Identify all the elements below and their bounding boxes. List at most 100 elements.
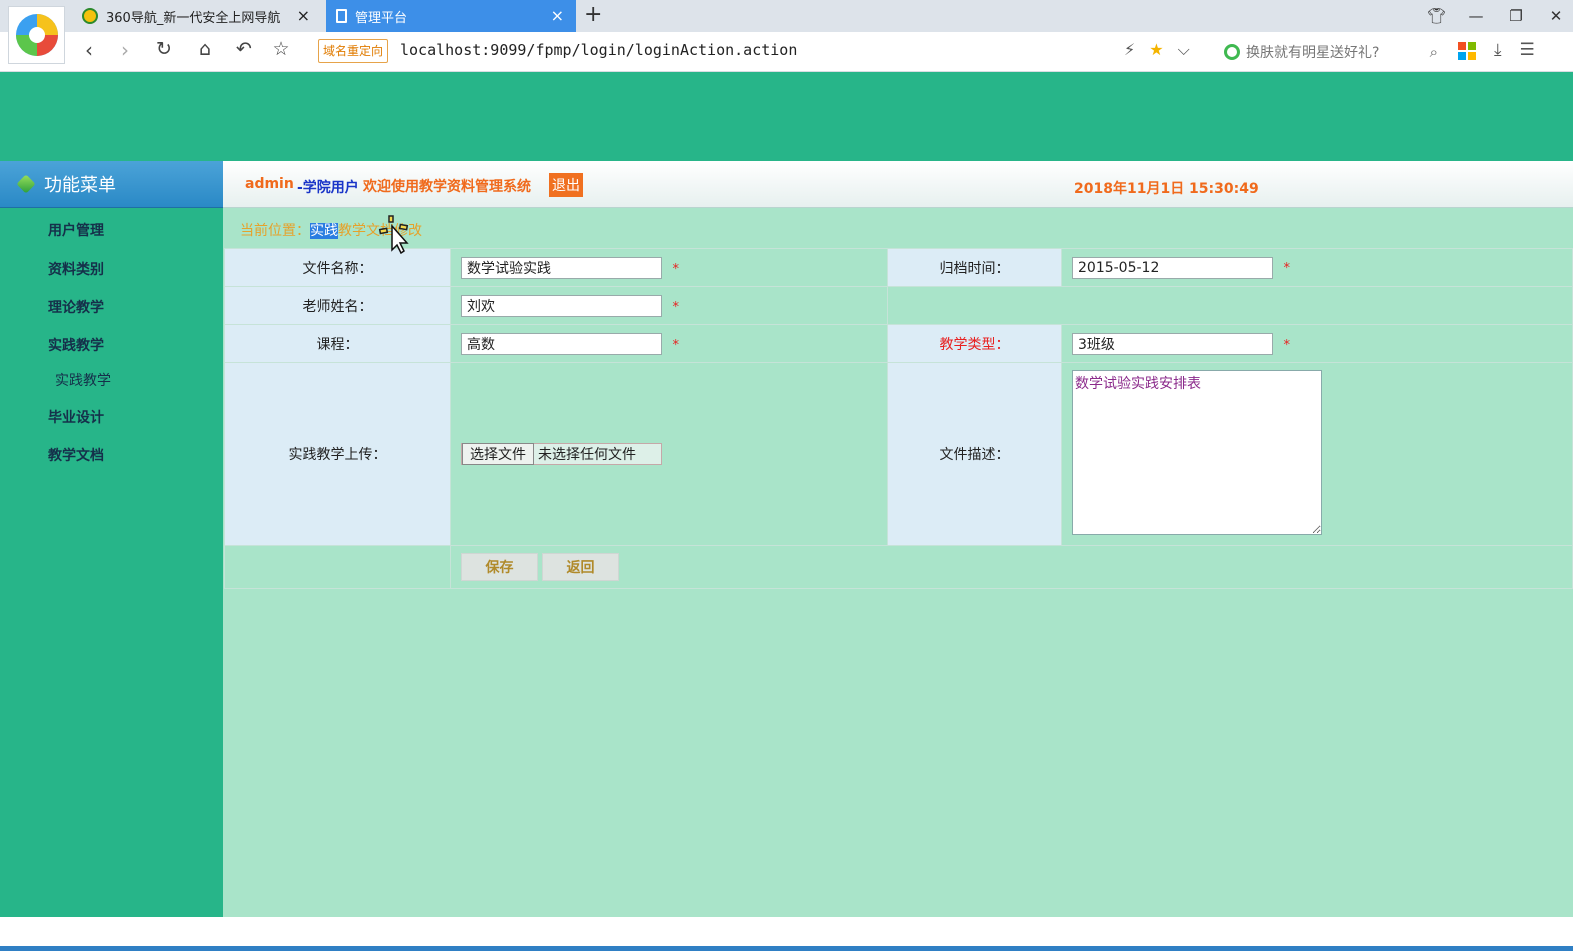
tab-360-nav[interactable]: 360导航_新一代安全上网导航 × [72,0,322,32]
archive-time-cell: * [1061,248,1573,287]
page-header-band [0,72,1573,161]
sidebar-item-user-management[interactable]: 用户管理 [48,220,104,240]
restore-icon[interactable]: ❐ [1507,7,1525,25]
form-row: 实践教学上传： 选择文件 未选择任何文件 文件描述： 数学试验实践安排表 [224,362,1573,546]
teaching-type-cell: * [1061,324,1573,363]
file-description-textarea[interactable]: 数学试验实践安排表 [1072,369,1322,535]
save-button[interactable]: 保存 [461,553,538,581]
edit-form: 文件名称： * 归档时间： * 老师姓名： * 课程： * [224,248,1573,589]
required-mark: * [672,261,679,277]
required-mark: * [672,299,679,315]
logout-button[interactable]: 退出 [549,173,583,197]
choose-file-button[interactable]: 选择文件 [462,443,534,465]
main-content: admin -学院用户 欢迎使用教学资料管理系统 退出 2018年11月1日 1… [223,161,1573,917]
bookmark-star-icon[interactable]: ☆ [268,38,294,60]
teaching-type-input[interactable] [1072,332,1273,355]
address-bar: ‹ › ↻ ⌂ ↶ ☆ 域名重定向 localhost:9099/fpmp/lo… [0,32,1573,72]
file-upload-field[interactable]: 选择文件 未选择任何文件 [461,443,662,465]
teaching-type-label: 教学类型： [887,324,1062,363]
page-icon [336,9,347,23]
form-row: 文件名称： * 归档时间： * [224,248,1573,287]
download-icon[interactable]: ⤓ [1494,40,1502,60]
home-icon[interactable]: ⌂ [192,38,218,60]
sidebar-item-graduation-design[interactable]: 毕业设计 [48,407,104,427]
lightning-icon[interactable]: ⚡︎ [1124,40,1135,60]
tab-title: 管理平台 [355,10,408,26]
minimize-icon[interactable]: — [1467,7,1485,25]
close-icon[interactable]: × [297,6,310,25]
course-cell: * [450,324,888,363]
search-input[interactable]: 换肤就有明星送好礼? ⌕ [1214,36,1444,68]
redirect-badge[interactable]: 域名重定向 [318,39,389,63]
search-placeholder: 换肤就有明星送好礼? [1246,45,1380,61]
sidebar-item-teaching-docs[interactable]: 教学文档 [48,445,104,465]
browser-tools: ⤓ ☰ [1458,40,1535,60]
teacher-name-input[interactable] [461,294,662,317]
browser-logo-icon [15,14,58,56]
back-icon[interactable]: ‹ [76,38,102,62]
form-actions: 保存 返回 [450,545,1573,589]
url-input[interactable]: localhost:9099/fpmp/login/loginAction.ac… [400,41,797,59]
sidebar-title-text: 功能菜单 [44,175,116,196]
teacher-name-cell: * [450,286,888,325]
archive-time-input[interactable] [1072,256,1273,279]
course-input[interactable] [461,332,662,355]
practice-upload-cell: 选择文件 未选择任何文件 [450,362,888,546]
back-button[interactable]: 返回 [542,553,619,581]
cube-icon [16,174,36,194]
file-name-label: 文件名称： [224,248,451,287]
menu-icon[interactable]: ☰ [1520,40,1535,60]
apps-grid-icon[interactable] [1458,42,1476,60]
required-mark: * [1283,260,1290,276]
skin-icon[interactable]: 👕︎ [1427,7,1446,25]
reload-icon[interactable]: ↻ [151,38,177,60]
forward-icon[interactable]: › [112,38,138,62]
tab-favicon-icon [82,8,98,24]
address-actions: ⚡︎ ★ ⌵ [1124,40,1190,60]
form-row: 课程： * 教学类型： * [224,324,1573,363]
tab-admin-platform[interactable]: 管理平台 × [326,0,576,32]
welcome-text: 欢迎使用教学资料管理系统 [363,179,531,195]
new-tab-button[interactable]: + [584,2,602,27]
sidebar-subitem-practice-teaching[interactable]: 实践教学 [55,370,111,390]
tab-title: 360导航_新一代安全上网导航 [106,10,281,26]
search-icon[interactable]: ⌕ [1430,43,1438,61]
teacher-name-label: 老师姓名： [224,286,451,325]
browser-tab-bar: 360导航_新一代安全上网导航 × 管理平台 × + 👕︎ — ❐ ✕ [0,0,1573,32]
breadcrumb-selected-text: 实践 [310,223,338,239]
user-name: admin [245,176,294,192]
form-actions-row: 保存 返回 [224,545,1573,589]
bottom-border [0,946,1573,951]
form-row: 老师姓名： * [224,286,1573,325]
file-description-label: 文件描述： [887,362,1062,546]
no-file-text: 未选择任何文件 [538,447,636,463]
file-name-input[interactable] [461,256,662,279]
top-info-bar: admin -学院用户 欢迎使用教学资料管理系统 退出 2018年11月1日 1… [223,161,1573,208]
sidebar-title: 功能菜单 [0,161,223,208]
empty-cell [887,286,1573,325]
user-role: -学院用户 [297,180,359,196]
favorite-star-icon[interactable]: ★ [1149,40,1163,60]
window-controls: 👕︎ — ❐ ✕ [1427,0,1565,32]
course-label: 课程： [224,324,451,363]
sidebar: 功能菜单 用户管理 资料类别 理论教学 实践教学 实践教学 毕业设计 教学文档 [0,161,223,917]
close-window-icon[interactable]: ✕ [1547,7,1565,25]
browser-logo[interactable] [8,6,65,64]
chevron-down-icon[interactable]: ⌵ [1178,40,1190,60]
close-icon[interactable]: × [551,6,564,25]
file-description-cell: 数学试验实践安排表 [1061,362,1573,546]
undo-icon[interactable]: ↶ [231,38,257,60]
breadcrumb-prefix: 当前位置： [240,223,310,239]
mouse-cursor-icon [378,215,409,254]
search-engine-icon [1224,44,1240,60]
sidebar-item-practice-teaching[interactable]: 实践教学 [48,335,104,355]
file-name-cell: * [450,248,888,287]
sidebar-item-theory-teaching[interactable]: 理论教学 [48,297,104,317]
required-mark: * [1283,337,1290,353]
sidebar-item-material-category[interactable]: 资料类别 [48,259,104,279]
practice-upload-label: 实践教学上传： [224,362,451,546]
required-mark: * [672,337,679,353]
current-datetime: 2018年11月1日 15:30:49 [1074,181,1259,197]
archive-time-label: 归档时间： [887,248,1062,287]
empty-cell [224,545,451,589]
